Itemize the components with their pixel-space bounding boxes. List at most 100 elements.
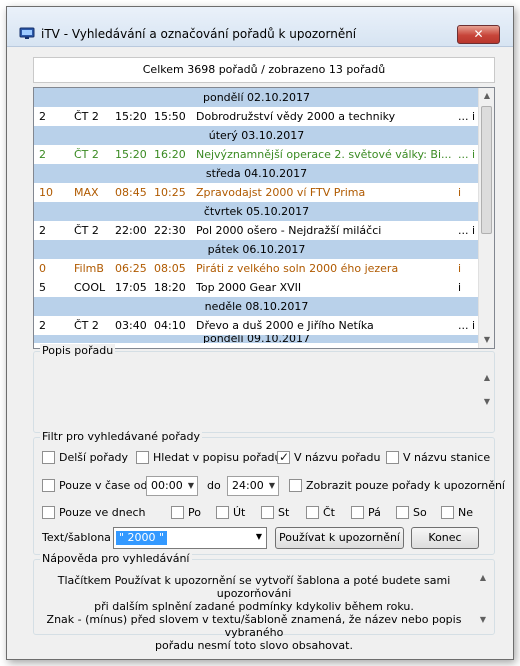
program-row[interactable]: 5 COOL 17:05 18:20 Top 2000 Gear XVII i	[34, 278, 479, 297]
info-marker: ... i	[458, 224, 476, 237]
end-time: 08:05	[154, 262, 186, 275]
text-template-value: " 2000 "	[116, 531, 168, 545]
title-bar[interactable]: iTV - Vyhledávání a označování pořadů k …	[7, 7, 513, 47]
station-name: ČT 2	[74, 319, 99, 332]
station-name: COOL	[74, 281, 106, 294]
checkbox-box[interactable]	[289, 479, 302, 492]
day-header: pondělí 02.10.2017	[34, 88, 479, 107]
day-header: středa 04.10.2017	[34, 164, 479, 183]
start-time: 08:45	[115, 186, 147, 199]
end-time: 22:30	[154, 224, 186, 237]
checkbox-box[interactable]	[42, 506, 55, 519]
help-text: Tlačítkem Používat k upozornění se vytvo…	[42, 574, 466, 652]
program-number: 10	[39, 186, 53, 199]
window-title: iTV - Vyhledávání a označování pořadů k …	[41, 27, 357, 41]
station-name: ČT 2	[74, 224, 99, 237]
chevron-down-icon: ▼	[187, 481, 194, 490]
scroll-down-icon[interactable]: ▼	[480, 394, 494, 410]
days-only-checkbox[interactable]: Pouze ve dnech	[42, 505, 146, 521]
end-time: 10:25	[154, 186, 186, 199]
start-time: 15:20	[115, 110, 147, 123]
text-template-input[interactable]: " 2000 " ▼	[113, 527, 267, 549]
checkbox-box[interactable]	[386, 451, 399, 464]
day-header: pondělí 09.10.2017	[34, 335, 479, 343]
help-group: Nápověda pro vyhledávání Tlačítkem Použí…	[33, 552, 495, 652]
program-number: 2	[39, 110, 46, 123]
program-row[interactable]: 2 ČT 2 03:40 04:10 Dřevo a duš 2000 e Jiřího…	[34, 316, 479, 335]
checkbox-box[interactable]	[42, 451, 55, 464]
checkbox-box[interactable]	[136, 451, 149, 464]
use-for-notification-button[interactable]: Používat k upozornění	[275, 527, 404, 549]
in-program-name-checkbox[interactable]: V názvu pořadu	[277, 449, 380, 466]
day-checkbox-pa[interactable]: Pá	[351, 505, 381, 521]
days-only-label: Pouze ve dnech	[59, 506, 146, 519]
end-button[interactable]: Konec	[411, 527, 479, 549]
station-name: ČT 2	[74, 148, 99, 161]
start-time: 15:20	[115, 148, 147, 161]
text-template-label: Text/šablona	[42, 531, 111, 544]
program-title: Dobrodružství vědy 2000 a techniky	[196, 110, 396, 123]
checkbox-box[interactable]	[306, 506, 319, 519]
checkbox-box[interactable]	[261, 506, 274, 519]
help-line: pořadu nesmí toto slovo obsahovat.	[155, 639, 353, 652]
help-line: Tlačítkem Používat k upozornění se vytvo…	[57, 574, 451, 600]
program-row[interactable]: 2 ČT 2 15:20 16:20 Nejvýznamnější operace 2.…	[34, 145, 479, 164]
day-checkbox-ct[interactable]: Čt	[306, 505, 335, 521]
info-marker: ... i	[458, 319, 476, 332]
search-description-checkbox[interactable]: Hledat v popisu pořadu	[136, 450, 282, 466]
chevron-down-icon[interactable]: ▼	[256, 532, 262, 541]
checkbox-box[interactable]	[441, 506, 454, 519]
checkbox-box[interactable]	[351, 506, 364, 519]
info-marker: ... i	[458, 148, 476, 161]
list-scrollbar[interactable]: ▲ ▼	[478, 88, 494, 348]
tv-app-icon	[19, 27, 35, 39]
checkbox-box[interactable]	[171, 506, 184, 519]
day-checkbox-st[interactable]: St	[261, 505, 289, 521]
program-list[interactable]: pondělí 02.10.2017 2 ČT 2 15:20 15:50 Dobrodr…	[33, 87, 495, 349]
day-checkbox-ne[interactable]: Ne	[441, 505, 473, 521]
show-marked-checkbox[interactable]: Zobrazit pouze pořady k upozornění	[289, 478, 505, 494]
help-line: při dalším splnění zadané podmínky kdyko…	[94, 600, 414, 613]
program-row[interactable]: 2 ČT 2 22:00 22:30 Pol 2000 οšero - Nejdražš…	[34, 221, 479, 240]
scroll-down-icon[interactable]: ▼	[476, 612, 490, 628]
chevron-down-icon: ▼	[268, 481, 275, 490]
program-title: Pol 2000 οšero - Nejdražší miláčci	[196, 224, 382, 237]
time-range-checkbox[interactable]: Pouze v čase od	[42, 478, 147, 494]
day-checkbox-so[interactable]: So	[396, 505, 427, 521]
checkmark-icon[interactable]	[277, 449, 290, 465]
description-group: Popis pořadu ▲ ▼	[33, 344, 495, 433]
day-checkbox-ut[interactable]: Út	[216, 505, 245, 521]
day-checkbox-po[interactable]: Po	[171, 505, 201, 521]
program-row[interactable]: 2 ČT 2 15:20 15:50 Dobrodružství vědy 2000 a…	[34, 107, 479, 126]
program-title: Nejvýznamnější operace 2. světové války:…	[196, 148, 452, 161]
scroll-up-icon[interactable]: ▲	[479, 88, 494, 104]
summary-text: Celkem 3698 pořadů / zobrazeno 13 pořadů	[33, 57, 495, 83]
help-label: Nápověda pro vyhledávání	[40, 552, 192, 565]
description-scrollbar[interactable]: ▲ ▼	[480, 370, 494, 412]
time-range-label: Pouze v čase od	[59, 479, 148, 492]
in-station-name-checkbox[interactable]: V názvu stanice	[386, 450, 490, 466]
time-from-select[interactable]: 00:00 ▼	[146, 476, 198, 496]
checkbox-box[interactable]	[42, 479, 55, 492]
program-row[interactable]: 0 FilmB 06:25 08:05 Piráti z velkého soln 20…	[34, 259, 479, 278]
description-text-area[interactable]	[40, 364, 490, 428]
day-header: neděle 08.10.2017	[34, 297, 479, 316]
time-to-select[interactable]: 24:00 ▼	[227, 476, 279, 496]
longer-programs-checkbox[interactable]: Delší pořady	[42, 450, 128, 466]
scroll-up-icon[interactable]: ▲	[480, 370, 494, 386]
scroll-thumb[interactable]	[481, 106, 492, 234]
info-marker: i	[458, 281, 462, 294]
scroll-down-icon[interactable]: ▼	[479, 332, 494, 348]
program-title: Piráti z velkého soln 2000 ého jezera	[196, 262, 399, 275]
program-row[interactable]: 10 MAX 08:45 10:25 Zpravodajst 2000 ví FTV P…	[34, 183, 479, 202]
day-label: So	[413, 506, 427, 519]
program-number: 2	[39, 224, 46, 237]
description-label: Popis pořadu	[40, 344, 116, 357]
checkbox-box[interactable]	[396, 506, 409, 519]
close-button[interactable]: ✕	[457, 25, 500, 44]
time-from-value: 00:00	[151, 479, 183, 492]
scroll-up-icon[interactable]: ▲	[476, 570, 490, 586]
day-header: čtvrtek 05.10.2017	[34, 202, 479, 221]
help-scrollbar[interactable]: ▲ ▼	[476, 570, 490, 628]
checkbox-box[interactable]	[216, 506, 229, 519]
